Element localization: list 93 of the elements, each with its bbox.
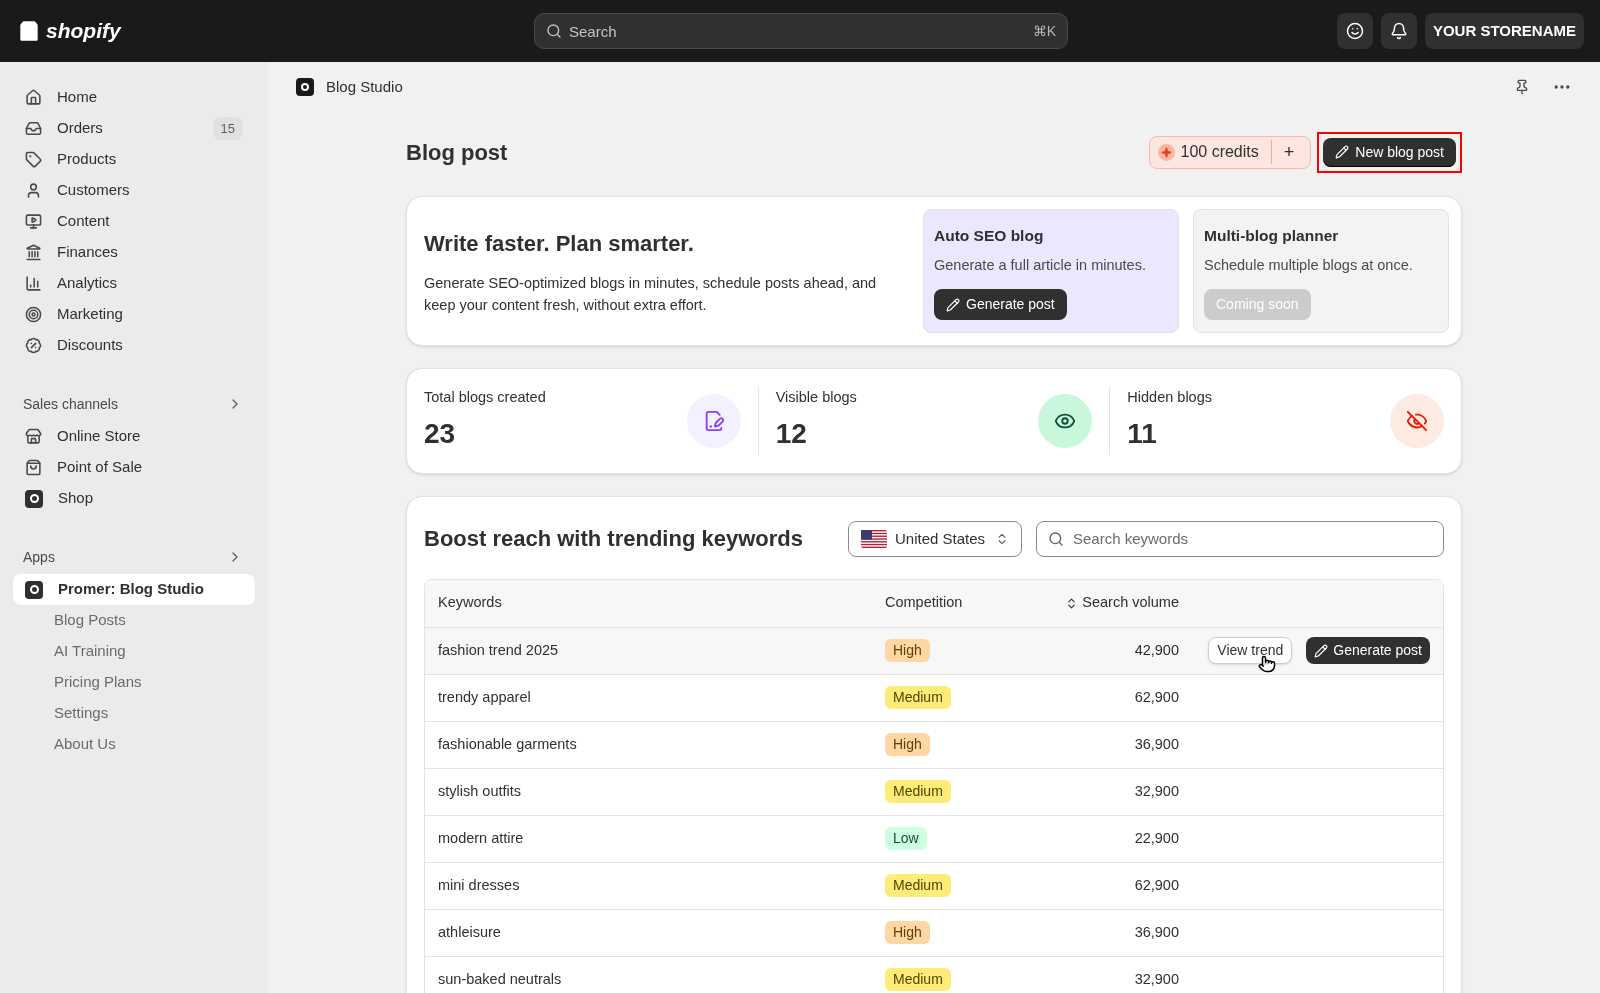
stat-label: Total blogs created xyxy=(424,388,547,407)
feature-title: Auto SEO blog xyxy=(934,226,1045,246)
volume-cell-text: 22,900 xyxy=(1133,828,1179,848)
count-badge: 15 xyxy=(212,116,243,141)
keyword-cell-text: fashionable garments xyxy=(438,734,578,754)
nav-item[interactable]: Content xyxy=(13,206,255,237)
sub-nav-item[interactable]: Blog Posts xyxy=(13,605,255,636)
column-header: Keywords xyxy=(438,593,503,613)
volume-cell-text: 36,900 xyxy=(1133,922,1179,942)
sparkle-icon xyxy=(1157,143,1175,161)
keyword-cell-text: trendy apparel xyxy=(438,687,532,707)
sub-nav-item[interactable]: About Us xyxy=(13,729,255,760)
search-icon xyxy=(546,23,562,39)
eye-off-icon xyxy=(1406,409,1428,432)
store-button[interactable]: YOUR STORENAME xyxy=(1424,13,1584,49)
competition-badge: High xyxy=(885,733,930,757)
keyword-cell-text: sun-baked neutrals xyxy=(438,969,563,989)
competition-badge: Medium xyxy=(885,968,951,992)
shortcut-hint: ⌘K xyxy=(1032,22,1056,41)
bell-icon xyxy=(1389,22,1408,40)
country-select[interactable]: United States xyxy=(848,520,1022,557)
keyword-search-field[interactable]: Search keywords xyxy=(1036,520,1444,557)
column-header: Competition xyxy=(885,593,964,613)
nav-item[interactable]: Analytics xyxy=(13,268,255,299)
customers-icon xyxy=(25,182,42,199)
stat-value: 23 xyxy=(424,416,457,451)
feature-description: Schedule multiple blogs at once. xyxy=(1204,256,1414,276)
nav-item[interactable]: Finances xyxy=(13,237,255,268)
add-credits-button[interactable]: + xyxy=(1271,138,1307,166)
competition-badge: High xyxy=(885,921,930,945)
nav-item[interactable]: Marketing xyxy=(13,299,255,330)
sub-nav-item[interactable]: Settings xyxy=(13,698,255,729)
assistant-button[interactable] xyxy=(1336,13,1373,49)
column-header[interactable]: Search volume xyxy=(1035,592,1179,615)
section-title: Boost reach with trending keywords xyxy=(424,525,804,554)
hero-description: Generate SEO-optimized blogs in minutes, schedule posts ahead, and keep your content fresh, without extra effort. xyxy=(424,273,878,315)
competition-badge: Medium xyxy=(885,686,951,710)
competition-badge: Low xyxy=(885,827,927,851)
stat-label: Hidden blogs xyxy=(1127,388,1213,407)
nav-item[interactable]: Online Store xyxy=(13,421,255,452)
section-heading: Apps xyxy=(23,547,55,567)
nav-item[interactable]: Point of Sale xyxy=(13,452,255,483)
keyword-cell-text: athleisure xyxy=(438,922,502,942)
credits-count: 100 credits xyxy=(1180,140,1272,164)
pencil-icon xyxy=(1314,643,1329,658)
view-trend-button[interactable]: View trend xyxy=(1208,637,1293,665)
nav-item[interactable]: Discounts xyxy=(13,330,255,361)
nav-item[interactable]: Orders 15 xyxy=(13,113,255,144)
competition-badge: Medium xyxy=(885,874,951,898)
stat-value: 11 xyxy=(1127,416,1158,451)
volume-cell-text: 32,900 xyxy=(1133,969,1179,989)
app-logo-icon xyxy=(296,78,314,96)
feature-title: Multi-blog planner xyxy=(1204,226,1340,246)
brand-logo[interactable]: shopify xyxy=(46,15,121,47)
page-title: Blog post xyxy=(406,138,508,167)
sub-nav-item[interactable]: Pricing Plans xyxy=(13,667,255,698)
generate-post-button[interactable]: Generate post xyxy=(1306,637,1430,665)
store-icon xyxy=(25,428,42,445)
shop-logo-icon xyxy=(25,489,43,508)
notifications-button[interactable] xyxy=(1380,13,1417,49)
volume-cell-text: 62,900 xyxy=(1133,875,1179,895)
app-logo-icon xyxy=(25,580,43,599)
hero-title: Write faster. Plan smarter. xyxy=(424,229,695,258)
nav-item[interactable]: Products xyxy=(13,144,255,175)
keyword-cell-text: fashion trend 2025 xyxy=(438,640,560,660)
volume-cell-text: 42,900 xyxy=(1133,640,1179,660)
volume-cell-text: 32,900 xyxy=(1133,781,1179,801)
keyword-cell-text: mini dresses xyxy=(438,875,521,895)
pencil-icon xyxy=(1335,145,1350,159)
keyword-cell-text: modern attire xyxy=(438,828,525,848)
competition-badge: Medium xyxy=(885,780,951,804)
volume-cell-text: 62,900 xyxy=(1133,687,1179,707)
stat-value: 12 xyxy=(775,416,808,451)
search-icon xyxy=(1048,530,1064,547)
keyword-cell-text: stylish outfits xyxy=(438,781,522,801)
home-icon xyxy=(25,89,42,106)
nav-item[interactable]: Promer: Blog Studio xyxy=(13,574,255,605)
flag-icon xyxy=(861,529,887,548)
nav-item[interactable]: Shop xyxy=(13,483,255,514)
feature-description: Generate a full article in minutes. xyxy=(934,256,1147,276)
competition-badge: High xyxy=(885,639,930,663)
pencil-icon xyxy=(946,297,960,312)
face-icon xyxy=(1345,22,1364,40)
breadcrumb-title: Blog Studio xyxy=(326,76,403,97)
stat-label: Visible blogs xyxy=(775,388,858,407)
nav-item[interactable]: Home xyxy=(13,82,255,113)
pin-icon[interactable] xyxy=(1514,79,1530,95)
new-blog-post-button[interactable]: New blog post xyxy=(1323,137,1456,167)
nav-item[interactable]: Customers xyxy=(13,175,255,206)
sub-nav-item[interactable]: AI Training xyxy=(13,636,255,667)
feature-button[interactable]: Generate post xyxy=(934,289,1067,320)
section-heading: Sales channels xyxy=(23,394,118,414)
volume-cell-text: 36,900 xyxy=(1133,734,1179,754)
